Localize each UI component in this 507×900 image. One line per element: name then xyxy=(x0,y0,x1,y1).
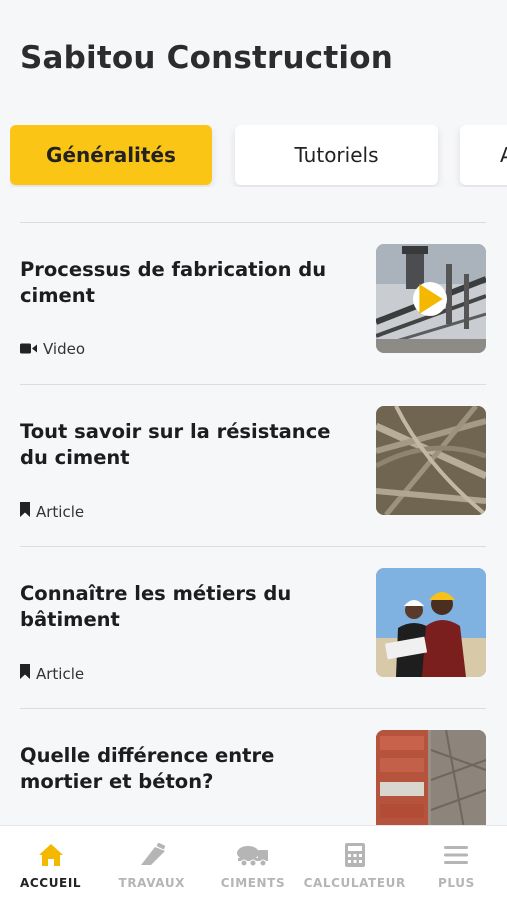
category-tabs: Généralités Tutoriels A xyxy=(10,125,507,187)
nav-ciments[interactable]: CIMENTS xyxy=(202,826,303,900)
nav-travaux[interactable]: TRAVAUX xyxy=(101,826,202,900)
feed-item[interactable]: Connaître les métiers du bâtiment Articl… xyxy=(20,546,486,708)
feed-item[interactable]: Processus de fabrication du ciment Video xyxy=(20,222,486,384)
item-type-label: Article xyxy=(36,664,85,683)
nav-label: TRAVAUX xyxy=(118,876,186,890)
item-title: Quelle différence entre mortier et béton… xyxy=(20,744,275,793)
home-icon xyxy=(38,842,64,868)
bottom-navigation: ACCUEIL TRAVAUX CIMENTS CALCULATEUR PLUS xyxy=(0,825,507,900)
feed-item[interactable]: Tout savoir sur la résistance du ciment … xyxy=(20,384,486,546)
feed-item[interactable]: Quelle différence entre mortier et béton… xyxy=(20,708,486,826)
concrete-truck-icon xyxy=(236,842,270,868)
item-title: Tout savoir sur la résistance du ciment xyxy=(20,420,331,469)
nav-calculateur[interactable]: CALCULATEUR xyxy=(304,826,406,900)
nav-label: ACCUEIL xyxy=(20,876,82,890)
item-type: Video xyxy=(20,340,85,358)
item-thumbnail[interactable] xyxy=(376,730,486,826)
tab-generalites[interactable]: Généralités xyxy=(10,125,212,185)
play-icon[interactable] xyxy=(413,282,447,316)
construction-workers-image xyxy=(376,568,486,677)
nav-label: CIMENTS xyxy=(220,876,286,890)
video-camera-icon xyxy=(20,340,37,358)
trowel-icon xyxy=(137,842,167,868)
item-thumbnail[interactable] xyxy=(376,568,486,677)
bookmark-icon xyxy=(20,664,30,683)
page-title: Sabitou Construction xyxy=(20,40,393,76)
nav-accueil[interactable]: ACCUEIL xyxy=(0,826,101,900)
content-feed: Processus de fabrication du ciment Video xyxy=(20,222,486,826)
highway-interchange-image xyxy=(376,406,486,515)
item-type: Article xyxy=(20,664,84,683)
item-thumbnail[interactable] xyxy=(376,406,486,515)
tab-tutoriels[interactable]: Tutoriels xyxy=(235,125,438,185)
nav-plus[interactable]: PLUS xyxy=(406,826,507,900)
bricks-concrete-image xyxy=(376,730,486,826)
bookmark-icon xyxy=(20,502,30,521)
item-title: Connaître les métiers du bâtiment xyxy=(20,582,292,631)
item-thumbnail[interactable] xyxy=(376,244,486,353)
item-type: Article xyxy=(20,502,84,521)
item-type-label: Video xyxy=(43,340,86,358)
tab-partial[interactable]: A xyxy=(460,125,507,185)
item-title: Processus de fabrication du ciment xyxy=(20,258,327,307)
nav-label: CALCULATEUR xyxy=(303,876,406,890)
item-type-label: Article xyxy=(36,502,85,521)
calculator-icon xyxy=(344,842,365,868)
nav-label: PLUS xyxy=(438,876,475,890)
menu-icon xyxy=(444,842,469,868)
